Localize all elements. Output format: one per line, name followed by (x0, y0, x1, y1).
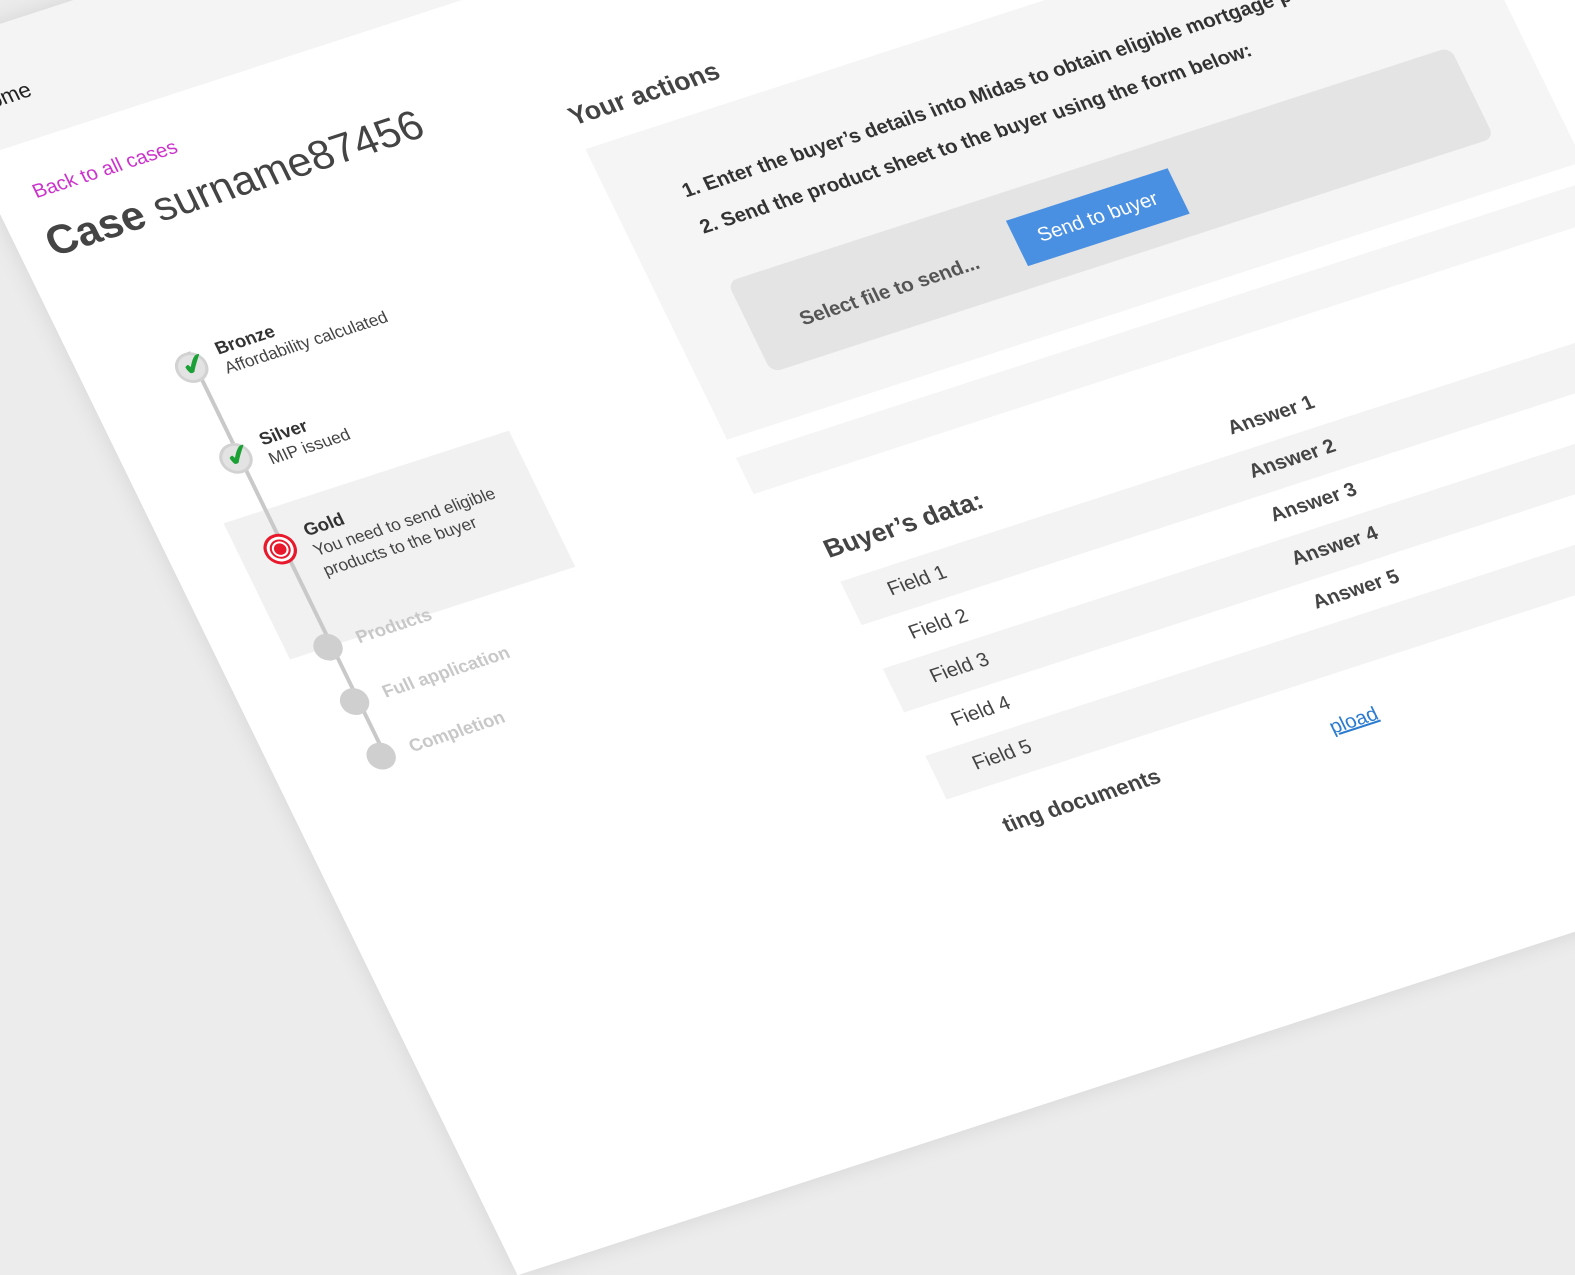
upload-link[interactable]: pload (1326, 703, 1383, 739)
pending-step-icon (335, 684, 375, 719)
field-label: Field 4 (947, 692, 1015, 731)
step-title: Full application (378, 642, 514, 702)
pending-step-icon (361, 739, 401, 774)
field-label: Field 1 (883, 561, 951, 601)
buyer-data-table: Field 1 Answer 1 Field 2 Answer 2 Field … (840, 303, 1575, 800)
field-answer: Answer 1 (1223, 391, 1319, 440)
field-label: Field 5 (968, 735, 1036, 775)
case-page: ome Back to all cases Casesurname87456 B… (0, 0, 1575, 1275)
send-to-buyer-button[interactable]: Send to buyer (1005, 168, 1190, 267)
case-title-name: surname87456 (143, 100, 432, 231)
home-link[interactable]: ome (0, 77, 36, 114)
progress-stepper: Bronze Affordability calculated Silver M… (123, 214, 715, 803)
check-icon (169, 348, 214, 388)
field-label: Field 3 (926, 648, 994, 688)
step-title: Completion (405, 707, 509, 756)
check-icon (213, 438, 259, 478)
file-select-label[interactable]: Select file to send... (796, 252, 984, 331)
case-title-prefix: Case (37, 191, 154, 265)
step-bronze: Bronze Affordability calculated (169, 247, 511, 388)
field-label: Field 2 (904, 605, 972, 644)
supporting-documents-heading: ting documents (997, 763, 1165, 838)
